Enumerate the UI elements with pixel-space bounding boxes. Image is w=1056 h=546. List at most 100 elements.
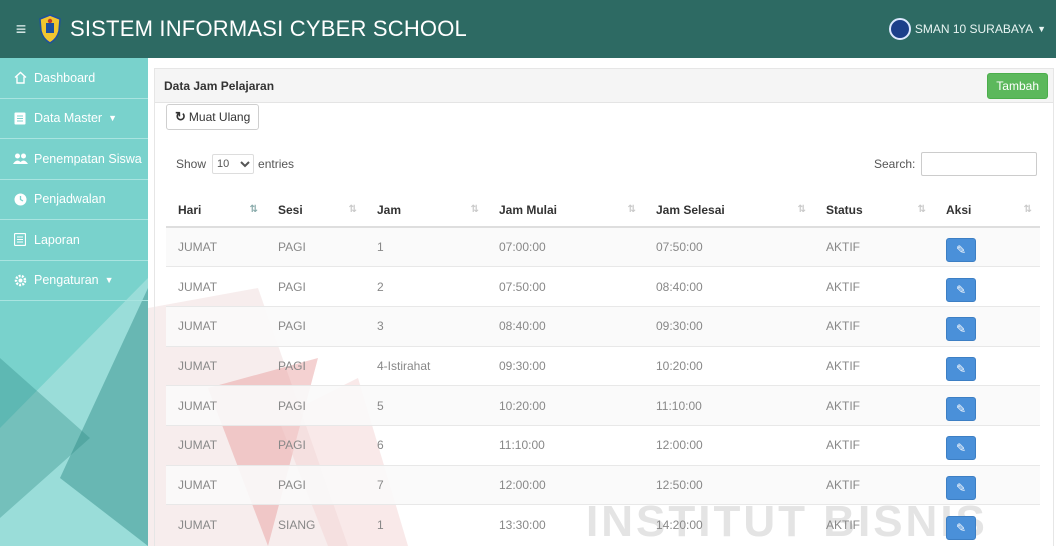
edit-button[interactable]: ✎ <box>946 436 976 461</box>
column-header-jam-selesai[interactable]: Jam Selesai ⇅ <box>644 194 814 228</box>
sidebar-item-laporan[interactable]: Laporan <box>0 220 148 261</box>
home-icon <box>12 70 28 86</box>
cell-jam-selesai: 14:20:00 <box>644 504 814 545</box>
edit-button[interactable]: ✎ <box>946 475 976 500</box>
cell-jam-mulai: 13:30:00 <box>487 504 644 545</box>
column-header-jam[interactable]: Jam ⇅ <box>365 194 487 228</box>
column-header-hari[interactable]: Hari ⇅ <box>166 194 266 228</box>
chevron-down-icon: ▼ <box>1037 24 1046 34</box>
document-icon <box>12 110 28 126</box>
sidebar-item-label: Data Master <box>34 111 103 126</box>
edit-button[interactable]: ✎ <box>946 396 976 421</box>
chevron-down-icon: ▼ <box>108 113 118 124</box>
cell-jam-selesai: 12:50:00 <box>644 464 814 505</box>
edit-icon: ✎ <box>955 480 967 495</box>
sort-icon: ⇅ <box>627 204 636 215</box>
search-control: Search: <box>874 152 1038 176</box>
cell-hari: JUMAT <box>166 305 266 347</box>
refresh-icon: ↻ <box>175 109 186 124</box>
cell-sesi: PAGI <box>266 464 365 505</box>
cell-jam: 6 <box>365 424 487 466</box>
sidebar-item-penempatan-siswa[interactable]: Penempatan Siswa <box>0 139 148 180</box>
cell-jam-selesai: 10:20:00 <box>644 345 814 386</box>
sidebar-item-dashboard[interactable]: Dashboard <box>0 58 148 99</box>
jam-pelajaran-table: Hari ⇅ Sesi ⇅ Jam ⇅ Jam Mulai ⇅ Jam Selesai ⇅… <box>166 194 1040 545</box>
sort-icon: ⇅ <box>348 204 357 215</box>
length-suffix: entries <box>258 157 295 171</box>
cell-jam: 5 <box>365 385 487 426</box>
app-title: SISTEM INFORMASI CYBER SCHOOL <box>70 16 467 41</box>
reload-button[interactable]: ↻ Muat Ulang <box>166 104 260 130</box>
column-header-jam-mulai[interactable]: Jam Mulai ⇅ <box>487 194 644 228</box>
cell-jam: 2 <box>365 266 487 307</box>
cell-status: AKTIF <box>814 226 934 267</box>
edit-button[interactable]: ✎ <box>946 356 976 381</box>
cell-sesi: PAGI <box>266 345 365 386</box>
table-row: JUMAT PAGI 7 12:00:00 12:50:00 AKTIF ✎ <box>166 464 1040 505</box>
edit-button[interactable]: ✎ <box>946 317 976 342</box>
column-header-status[interactable]: Status ⇅ <box>814 194 934 228</box>
cell-aksi: ✎ <box>934 226 1040 267</box>
table-row: JUMAT PAGI 4-Istirahat 09:30:00 10:20:00… <box>166 345 1040 386</box>
edit-icon: ✎ <box>955 322 967 337</box>
table-row: JUMAT PAGI 1 07:00:00 07:50:00 AKTIF ✎ <box>166 226 1040 267</box>
panel-title: Data Jam Pelajaran <box>164 78 275 93</box>
cell-jam: 1 <box>365 226 487 267</box>
edit-button[interactable]: ✎ <box>946 238 976 263</box>
edit-icon: ✎ <box>955 361 967 376</box>
sidebar-item-data-master[interactable]: Data Master ▼ <box>0 99 148 139</box>
cell-status: AKTIF <box>814 504 934 545</box>
sort-icon: ⇅ <box>470 204 479 215</box>
cell-hari: JUMAT <box>166 226 266 267</box>
crest-logo <box>39 14 61 44</box>
add-button[interactable]: Tambah <box>987 72 1048 99</box>
cell-sesi: PAGI <box>266 305 365 347</box>
sort-asc-icon: ⇅ <box>249 204 258 215</box>
sidebar: Dashboard Data Master ▼ Penempatan Siswa… <box>0 58 148 546</box>
edit-button[interactable]: ✎ <box>946 515 976 540</box>
table-row: JUMAT PAGI 2 07:50:00 08:40:00 AKTIF ✎ <box>166 266 1040 307</box>
sidebar-item-label: Penjadwalan <box>34 192 106 207</box>
cell-aksi: ✎ <box>934 305 1040 347</box>
edit-icon: ✎ <box>955 520 967 535</box>
main-content: INSTITUT BISNIS Data Jam Pelajaran Tamba… <box>148 58 1056 546</box>
hamburger-icon[interactable]: ≡ <box>6 19 36 40</box>
cell-jam: 7 <box>365 464 487 505</box>
cell-jam: 4-Istirahat <box>365 345 487 386</box>
column-header-sesi[interactable]: Sesi ⇅ <box>266 194 365 228</box>
cell-status: AKTIF <box>814 305 934 347</box>
column-header-label: Jam Mulai <box>499 203 558 217</box>
entries-length-control: Show 10 entries <box>176 154 294 174</box>
edit-icon: ✎ <box>955 243 967 258</box>
cell-jam: 3 <box>365 305 487 347</box>
cell-jam-selesai: 09:30:00 <box>644 305 814 347</box>
sidebar-item-penjadwalan[interactable]: Penjadwalan <box>0 180 148 220</box>
table-header-row: Hari ⇅ Sesi ⇅ Jam ⇅ Jam Mulai ⇅ Jam Selesai ⇅… <box>166 194 1040 228</box>
cell-jam-selesai: 07:50:00 <box>644 226 814 267</box>
cell-aksi: ✎ <box>934 266 1040 307</box>
column-header-label: Hari <box>178 203 202 217</box>
cell-jam: 1 <box>365 504 487 545</box>
cell-aksi: ✎ <box>934 504 1040 545</box>
cell-jam-mulai: 08:40:00 <box>487 305 644 347</box>
avatar <box>888 18 911 40</box>
entries-select[interactable]: 10 <box>212 154 255 174</box>
cell-status: AKTIF <box>814 266 934 307</box>
document-icon <box>12 232 28 248</box>
cell-sesi: PAGI <box>266 424 365 466</box>
user-menu[interactable]: SMAN 10 SURABAYA ▼ <box>888 18 1046 40</box>
cell-jam-mulai: 10:20:00 <box>487 385 644 426</box>
sidebar-item-label: Dashboard <box>34 70 96 85</box>
search-input[interactable] <box>921 152 1038 176</box>
cell-hari: JUMAT <box>166 504 266 545</box>
sort-icon: ⇅ <box>917 204 926 215</box>
edit-icon: ✎ <box>955 401 967 416</box>
circle-icon <box>12 191 28 207</box>
user-label: SMAN 10 SURABAYA <box>914 22 1034 36</box>
edit-button[interactable]: ✎ <box>946 277 976 302</box>
column-header-label: Status <box>826 203 863 217</box>
cell-status: AKTIF <box>814 424 934 466</box>
column-header-aksi[interactable]: Aksi ⇅ <box>934 194 1040 228</box>
sidebar-item-pengaturan[interactable]: Pengaturan ▼ <box>0 261 148 301</box>
edit-icon: ✎ <box>955 441 967 456</box>
